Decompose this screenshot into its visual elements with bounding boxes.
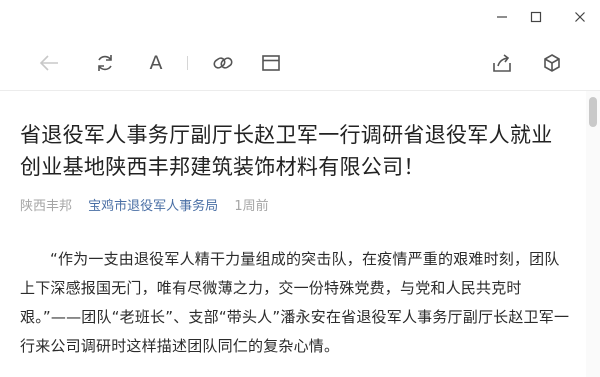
reader-icon [262, 55, 280, 71]
extension-button[interactable] [537, 48, 567, 78]
copy-link-button[interactable] [208, 48, 238, 78]
maximize-icon [530, 11, 542, 23]
toolbar-divider [187, 56, 188, 70]
share-icon [493, 54, 511, 72]
article-paragraph: “作为一支由退役军人精干力量组成的突击队，在疫情严重的艰难时刻，团队上下深感报国… [20, 250, 570, 355]
publish-time: 1周前 [234, 199, 269, 214]
refresh-button[interactable] [90, 48, 120, 78]
share-button[interactable] [487, 48, 517, 78]
browser-toolbar: A [0, 34, 600, 91]
maximize-button[interactable] [516, 0, 556, 34]
article-title: 省退役军人事务厅副厅长赵卫军一行调研省退役军人就业创业基地陕西丰邦建筑装饰材料有… [20, 123, 553, 179]
link-icon [213, 57, 233, 69]
back-button[interactable] [34, 48, 64, 78]
refresh-icon [98, 55, 112, 71]
back-icon [39, 55, 58, 71]
article-meta: 陕西丰邦 宝鸡市退役军人事务局 1周前 [20, 195, 269, 214]
close-icon [575, 12, 585, 22]
font-size-icon: A [149, 51, 163, 74]
reader-mode-button[interactable] [256, 48, 286, 78]
font-size-button[interactable]: A [141, 48, 171, 78]
cube-icon [544, 54, 560, 72]
title-bar [0, 0, 600, 34]
account-link[interactable]: 宝鸡市退役军人事务局 [88, 199, 218, 214]
close-button[interactable] [560, 0, 600, 34]
minimize-icon [497, 16, 507, 18]
scrollbar[interactable] [586, 91, 600, 377]
article-content: 省退役军人事务厅副厅长赵卫军一行调研省退役军人就业创业基地陕西丰邦建筑装饰材料有… [0, 91, 584, 377]
article-author: 陕西丰邦 [20, 199, 73, 214]
scrollbar-thumb[interactable] [589, 97, 597, 127]
